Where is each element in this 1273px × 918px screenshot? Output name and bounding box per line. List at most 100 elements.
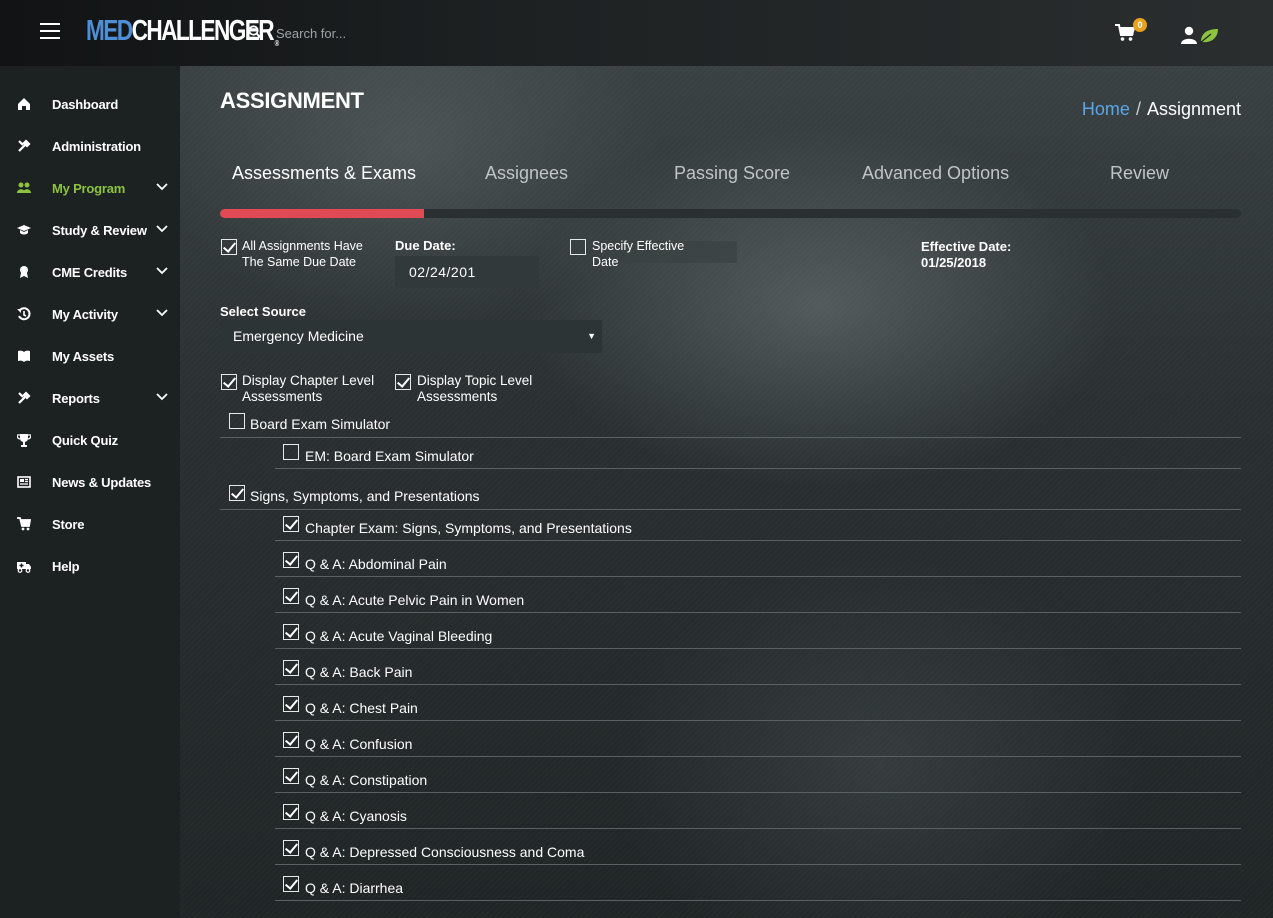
chevron-down-icon[interactable] [156,393,168,401]
progress-bar-fill [220,209,425,218]
tree-item-row: Q & A: Abdominal Pain [180,550,1241,582]
page-title: ASSIGNMENT [220,88,364,113]
search-input[interactable] [270,20,570,46]
same-due-date-label: All Assignments Have The Same Due Date [242,239,363,269]
group-label: Board Exam Simulator [250,416,391,432]
search-icon[interactable] [248,25,262,39]
tree-item-row: Q & A: Confusion [180,730,1241,762]
row-divider [275,684,1241,685]
item-checkbox[interactable] [283,696,299,712]
item-label: Q & A: Acute Pelvic Pain in Women [305,592,525,608]
source-select-value: Emergency Medicine [233,328,364,344]
row-divider [275,900,1241,901]
leaf-icon[interactable] [1199,28,1219,44]
sidebar-item-label: Administration [52,138,141,154]
item-checkbox[interactable] [283,660,299,676]
item-checkbox[interactable] [283,768,299,784]
item-checkbox[interactable] [283,624,299,640]
item-checkbox[interactable] [283,840,299,856]
item-checkbox[interactable] [283,444,299,460]
main-content: ASSIGNMENT Home / Assignment Assessments… [180,66,1273,918]
chevron-down-icon[interactable] [156,309,168,317]
sidebar-item-store[interactable]: Store [0,503,180,545]
trophy-icon [17,434,31,447]
tab-assessments-exams[interactable]: Assessments & Exams [232,163,416,184]
item-label: Q & A: Back Pain [305,664,413,680]
item-checkbox[interactable] [283,588,299,604]
tree-group-row: Board Exam Simulator [180,411,1241,443]
logo-med-text: MED [86,15,133,47]
group-checkbox[interactable] [229,485,245,501]
item-checkbox[interactable] [283,552,299,568]
sidebar-item-my-program[interactable]: My Program [0,167,180,209]
sidebar-item-study-and-review[interactable]: Study & Review [0,209,180,251]
breadcrumb-separator: / [1135,99,1141,119]
chevron-down-icon[interactable] [156,267,168,275]
sidebar-item-my-assets[interactable]: My Assets [0,335,180,377]
tab-review[interactable]: Review [1110,163,1169,184]
tree-item-row: Q & A: Cyanosis [180,802,1241,834]
group-checkbox[interactable] [229,413,245,429]
sidebar-item-news-and-updates[interactable]: News & Updates [0,461,180,503]
users-icon [17,182,31,193]
chevron-down-icon[interactable] [156,183,168,191]
display-topic-checkbox[interactable] [395,374,411,390]
source-select[interactable]: Emergency Medicine ▼ [220,320,602,353]
specify-effective-date-checkbox[interactable] [570,239,586,255]
ambulance-icon [17,562,31,573]
tree-item-row: Q & A: Acute Vaginal Bleeding [180,622,1241,654]
sidebar-item-label: Reports [52,390,100,406]
row-divider [275,720,1241,721]
newspaper-icon [17,476,31,488]
item-checkbox[interactable] [283,876,299,892]
display-topic-label: Display Topic Level Assessments [417,373,533,404]
item-label: EM: Board Exam Simulator [305,448,474,464]
graduation-cap-icon [17,225,31,235]
hamburger-menu-icon[interactable] [40,23,60,39]
row-divider [275,648,1241,649]
item-checkbox[interactable] [283,516,299,532]
row-divider [275,828,1241,829]
sidebar-item-quick-quiz[interactable]: Quick Quiz [0,419,180,461]
sidebar-item-label: Store [52,516,85,532]
tree-item-row: Chapter Exam: Signs, Symptoms, and Prese… [180,514,1241,546]
sidebar-item-my-activity[interactable]: My Activity [0,293,180,335]
sidebar-item-cme-credits[interactable]: CME Credits [0,251,180,293]
sidebar-item-dashboard[interactable]: Dashboard [0,83,180,125]
row-divider [275,468,1241,469]
same-due-date-checkbox[interactable] [221,239,237,255]
item-checkbox[interactable] [283,804,299,820]
wizard-tabs: Assessments & Exams Assignees Passing Sc… [220,163,1241,187]
breadcrumb-current: Assignment [1146,99,1241,119]
tab-assignees[interactable]: Assignees [485,163,568,184]
sidebar-item-help[interactable]: Help [0,545,180,587]
item-label: Q & A: Confusion [305,736,413,752]
display-chapter-checkbox[interactable] [221,374,237,390]
user-icon[interactable] [1180,26,1198,44]
row-divider [220,437,1241,438]
sidebar-item-label: My Assets [52,348,115,364]
cart-count-badge: 0 [1133,18,1147,32]
tab-passing-score[interactable]: Passing Score [674,163,790,184]
item-checkbox[interactable] [283,732,299,748]
sidebar-item-label: News & Updates [52,474,152,490]
tree-item-row: EM: Board Exam Simulator [180,442,1241,474]
due-date-input[interactable] [395,256,539,288]
tree-group-row: Signs, Symptoms, and Presentations [180,483,1241,515]
cart-icon [17,517,31,531]
sidebar-item-label: My Program [52,180,126,196]
chevron-down-icon[interactable] [156,225,168,233]
group-label: Signs, Symptoms, and Presentations [250,488,480,504]
item-label: Q & A: Chest Pain [305,700,418,716]
select-source-label: Select Source [220,304,306,319]
sidebar-item-administration[interactable]: Administration [0,125,180,167]
dropdown-arrow-icon: ▼ [587,331,596,341]
award-icon [20,266,28,278]
effective-date-label: Effective Date: [921,239,1012,254]
effective-date-value: 01/25/2018 [921,255,987,270]
sidebar-item-reports[interactable]: Reports [0,377,180,419]
breadcrumb-home-link[interactable]: Home [1082,99,1130,120]
sidebar-item-label: CME Credits [52,264,128,280]
book-icon [18,350,30,362]
tab-advanced-options[interactable]: Advanced Options [862,163,1009,184]
